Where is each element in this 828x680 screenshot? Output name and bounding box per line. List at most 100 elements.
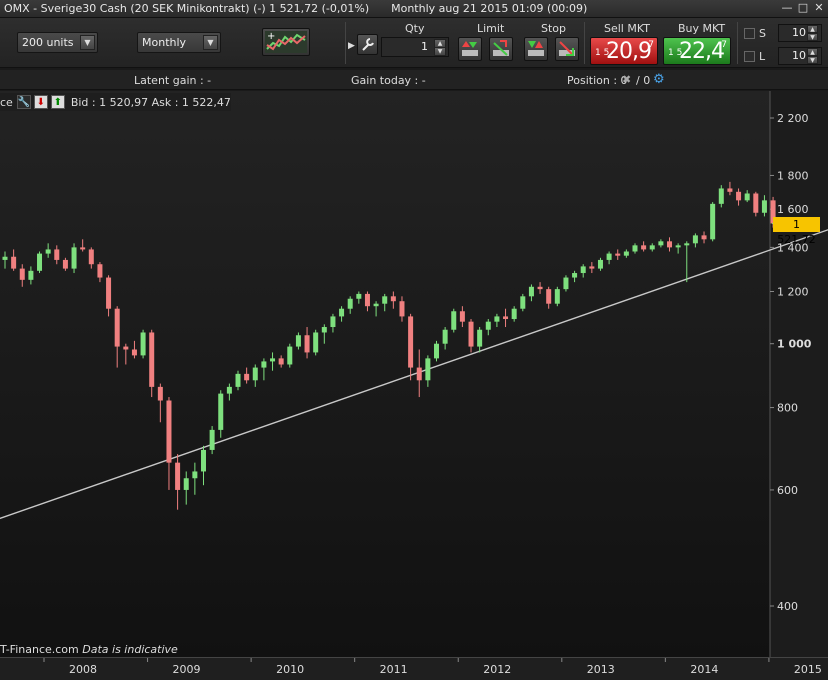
last-price-tag: 1 521,72 — [773, 216, 820, 246]
candle-body — [623, 251, 629, 256]
close-icon[interactable]: ✕ — [812, 1, 826, 15]
price-chart[interactable]: 2 200 1 800 1 600 1 400 1 200 1 000 800 600 400 — [0, 91, 828, 660]
candle-body — [563, 277, 569, 290]
brand-text: T-Finance.com — [0, 643, 79, 656]
qty-down-icon[interactable]: ▼ — [434, 47, 446, 56]
sell-label: Sell MKT — [604, 22, 650, 35]
y-tick-label: 400 — [777, 600, 798, 613]
close-position-icon[interactable]: ✖ — [622, 73, 631, 86]
candle-body — [727, 188, 733, 192]
x-tick-label: 2011 — [380, 663, 408, 676]
y-tick-label: 1 000 — [777, 338, 812, 351]
candle-body — [19, 268, 25, 280]
candle-body — [485, 321, 491, 330]
candle-body — [390, 296, 396, 302]
plot-background — [0, 91, 770, 657]
trading-window: OMX - Sverige30 Cash (20 SEK Minikontrak… — [0, 0, 828, 680]
buy-arrow-icon[interactable]: ⬆ — [50, 95, 65, 109]
gear-icon[interactable]: ⚙ — [653, 72, 665, 87]
restore-icon[interactable]: □ — [796, 1, 810, 15]
candle-body — [744, 193, 750, 201]
s-checkbox[interactable] — [744, 28, 755, 39]
y-tick-label: 2 200 — [777, 112, 809, 125]
qty-label: Qty — [405, 22, 425, 35]
position-tail: / 0 — [636, 74, 651, 87]
footer-note: T-Finance.com Data is indicative — [0, 643, 178, 656]
sell-arrow-icon[interactable]: ⬇ — [33, 95, 48, 109]
timeframe-select[interactable]: Monthly ▼ — [137, 32, 221, 53]
chart-canvas[interactable]: 2 2001 8001 6001 4001 2001 000800600400 — [0, 91, 828, 660]
candle-body — [632, 245, 638, 252]
title-bar: OMX - Sverige30 Cash (20 SEK Minikontrak… — [0, 0, 828, 18]
candle-body — [54, 249, 60, 260]
disclaimer-text: Data is indicative — [82, 643, 178, 656]
units-select[interactable]: 200 units ▼ — [17, 32, 98, 53]
s-label: S — [759, 27, 766, 40]
order-settings-button[interactable] — [357, 34, 378, 55]
candle-body — [606, 253, 612, 260]
candle-body — [597, 259, 603, 269]
l-up-icon[interactable]: ▲ — [807, 48, 818, 56]
candle-body — [37, 253, 43, 271]
candle-body — [131, 349, 137, 356]
candle-body — [692, 235, 698, 244]
limit-sell-icon — [493, 40, 509, 56]
candle-body — [649, 245, 655, 250]
candle-body — [226, 386, 232, 394]
candle-body — [572, 273, 578, 278]
candle-body — [270, 358, 276, 362]
candle-body — [11, 256, 17, 269]
candle-body — [218, 393, 224, 430]
latent-gain: Latent gain : - — [134, 74, 212, 87]
expand-arrow-icon[interactable]: ▶ — [348, 41, 355, 51]
stop-buy-button[interactable] — [524, 37, 548, 61]
y-tick-label: 800 — [777, 402, 798, 415]
wrench-icon[interactable]: 🔧 — [16, 95, 31, 109]
candle-body — [287, 346, 293, 365]
y-tick-label: 600 — [777, 484, 798, 497]
candle-body — [546, 289, 552, 304]
candle-body — [408, 316, 414, 368]
l-down-icon[interactable]: ▼ — [807, 56, 818, 64]
candle-body — [667, 241, 673, 248]
x-tick-label: 2009 — [173, 663, 201, 676]
candle-body — [451, 311, 457, 330]
candle-body — [364, 293, 370, 307]
limit-buy-icon — [462, 41, 478, 56]
candle-body — [235, 373, 241, 387]
s-down-icon[interactable]: ▼ — [807, 33, 818, 41]
candle-body — [459, 311, 465, 322]
minimize-icon[interactable]: — — [780, 1, 794, 15]
candle-body — [684, 243, 690, 246]
candle-body — [140, 332, 146, 356]
buy-market-button[interactable]: 1 5 22,4 7 — [663, 37, 731, 65]
chart-type-button[interactable]: + — [262, 28, 310, 56]
y-tick-label: 1 600 — [777, 203, 809, 216]
stop-sell-icon — [559, 41, 575, 56]
limit-sell-button[interactable] — [489, 37, 513, 61]
candle-body — [80, 247, 86, 250]
stop-buy-icon — [528, 41, 544, 56]
stop-sell-button[interactable] — [555, 37, 579, 61]
stop-label: Stop — [541, 22, 567, 35]
candle-body — [736, 191, 742, 201]
candle-body — [278, 358, 284, 365]
s-up-icon[interactable]: ▲ — [807, 25, 818, 33]
candle-body — [2, 256, 8, 260]
sell-market-button[interactable]: 1 5 20,9 7 — [590, 37, 658, 65]
candle-body — [321, 327, 327, 333]
limit-buy-button[interactable] — [458, 37, 482, 61]
x-tick-label: 2015 — [794, 663, 822, 676]
candle-body — [339, 308, 345, 317]
candle-body — [615, 253, 621, 256]
candle-body — [261, 361, 267, 368]
candle-body — [157, 386, 163, 401]
wrench-icon — [362, 38, 374, 51]
candle-body — [701, 235, 707, 240]
legend-prefix: ce — [0, 95, 13, 109]
candle-body — [554, 289, 560, 304]
candle-body — [347, 298, 353, 309]
l-checkbox[interactable] — [744, 51, 755, 62]
x-tick-label: 2008 — [69, 663, 97, 676]
svg-text:+: + — [267, 31, 275, 42]
